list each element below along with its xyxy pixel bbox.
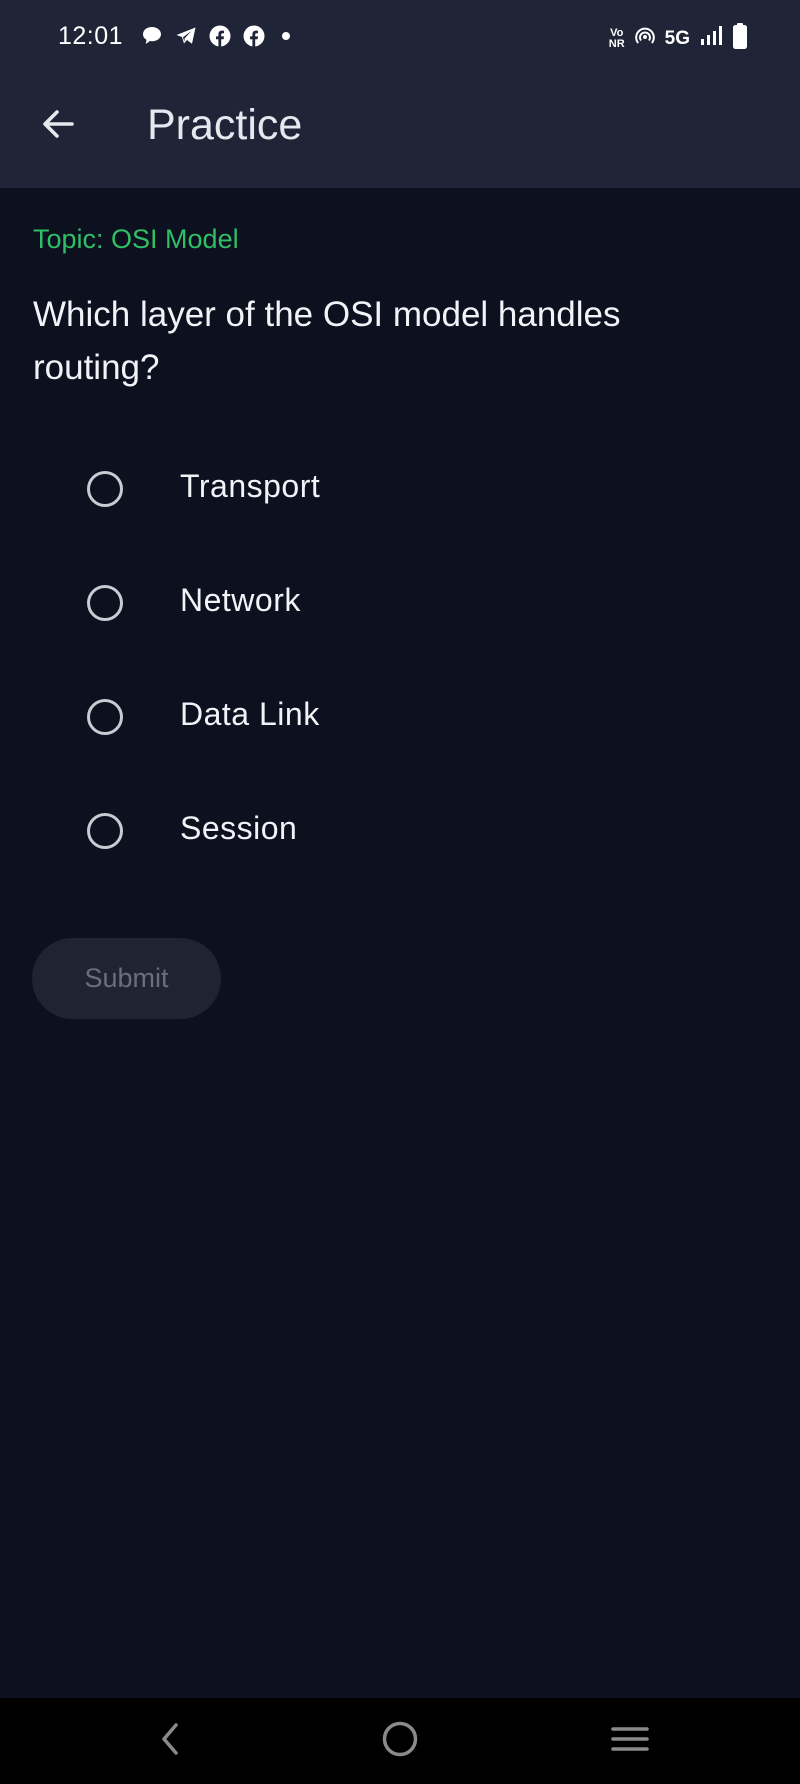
status-time: 12:01 bbox=[58, 22, 124, 50]
battery-icon bbox=[732, 22, 748, 55]
answer-options: Transport Network Data Link Session bbox=[0, 432, 800, 888]
option-session[interactable]: Session bbox=[0, 774, 800, 888]
dot-icon bbox=[276, 24, 296, 48]
facebook-icon bbox=[242, 24, 266, 48]
nav-recents-icon bbox=[610, 1722, 650, 1761]
back-button[interactable] bbox=[30, 98, 86, 154]
system-status-icons: Vo NR 5G bbox=[609, 22, 748, 55]
vonr-bottom: NR bbox=[608, 37, 625, 50]
practice-screen: 12:01 Vo NR 5G Practice Topic: OSI Model… bbox=[0, 0, 800, 1784]
nav-home-button[interactable] bbox=[370, 1718, 430, 1764]
page-title: Practice bbox=[147, 101, 303, 149]
radio-button[interactable] bbox=[87, 585, 123, 621]
telegram-icon bbox=[174, 24, 198, 48]
radio-button[interactable] bbox=[87, 471, 123, 507]
option-data-link[interactable]: Data Link bbox=[0, 660, 800, 774]
vonr-indicator: Vo NR bbox=[608, 26, 625, 50]
option-transport[interactable]: Transport bbox=[0, 432, 800, 546]
nav-back-icon bbox=[155, 1719, 185, 1764]
question-text: Which layer of the OSI model handles rou… bbox=[33, 295, 621, 387]
option-label: Network bbox=[180, 582, 301, 618]
submit-button[interactable]: Submit bbox=[32, 938, 221, 1019]
notification-icons bbox=[140, 24, 296, 48]
status-bar: 12:01 Vo NR 5G bbox=[0, 0, 800, 74]
option-label: Data Link bbox=[180, 696, 320, 732]
arrow-left-icon bbox=[38, 104, 78, 149]
system-nav-bar bbox=[0, 1698, 800, 1784]
option-label: Session bbox=[180, 810, 298, 846]
radio-button[interactable] bbox=[87, 813, 123, 849]
signal-icon bbox=[698, 24, 724, 53]
option-label: Transport bbox=[180, 468, 321, 504]
vonr-top: Vo bbox=[610, 26, 624, 39]
hotspot-icon bbox=[633, 24, 657, 53]
nav-recents-button[interactable] bbox=[600, 1718, 660, 1764]
app-bar: Practice bbox=[0, 74, 800, 188]
nav-back-button[interactable] bbox=[140, 1718, 200, 1764]
topic-label: Topic: OSI Model bbox=[33, 224, 239, 254]
chat-bubble-icon bbox=[140, 24, 164, 48]
radio-button[interactable] bbox=[87, 699, 123, 735]
nav-home-icon bbox=[380, 1719, 420, 1764]
top-area: 12:01 Vo NR 5G Practice bbox=[0, 0, 800, 188]
facebook-icon bbox=[208, 24, 232, 48]
option-network[interactable]: Network bbox=[0, 546, 800, 660]
network-type: 5G bbox=[664, 27, 690, 49]
